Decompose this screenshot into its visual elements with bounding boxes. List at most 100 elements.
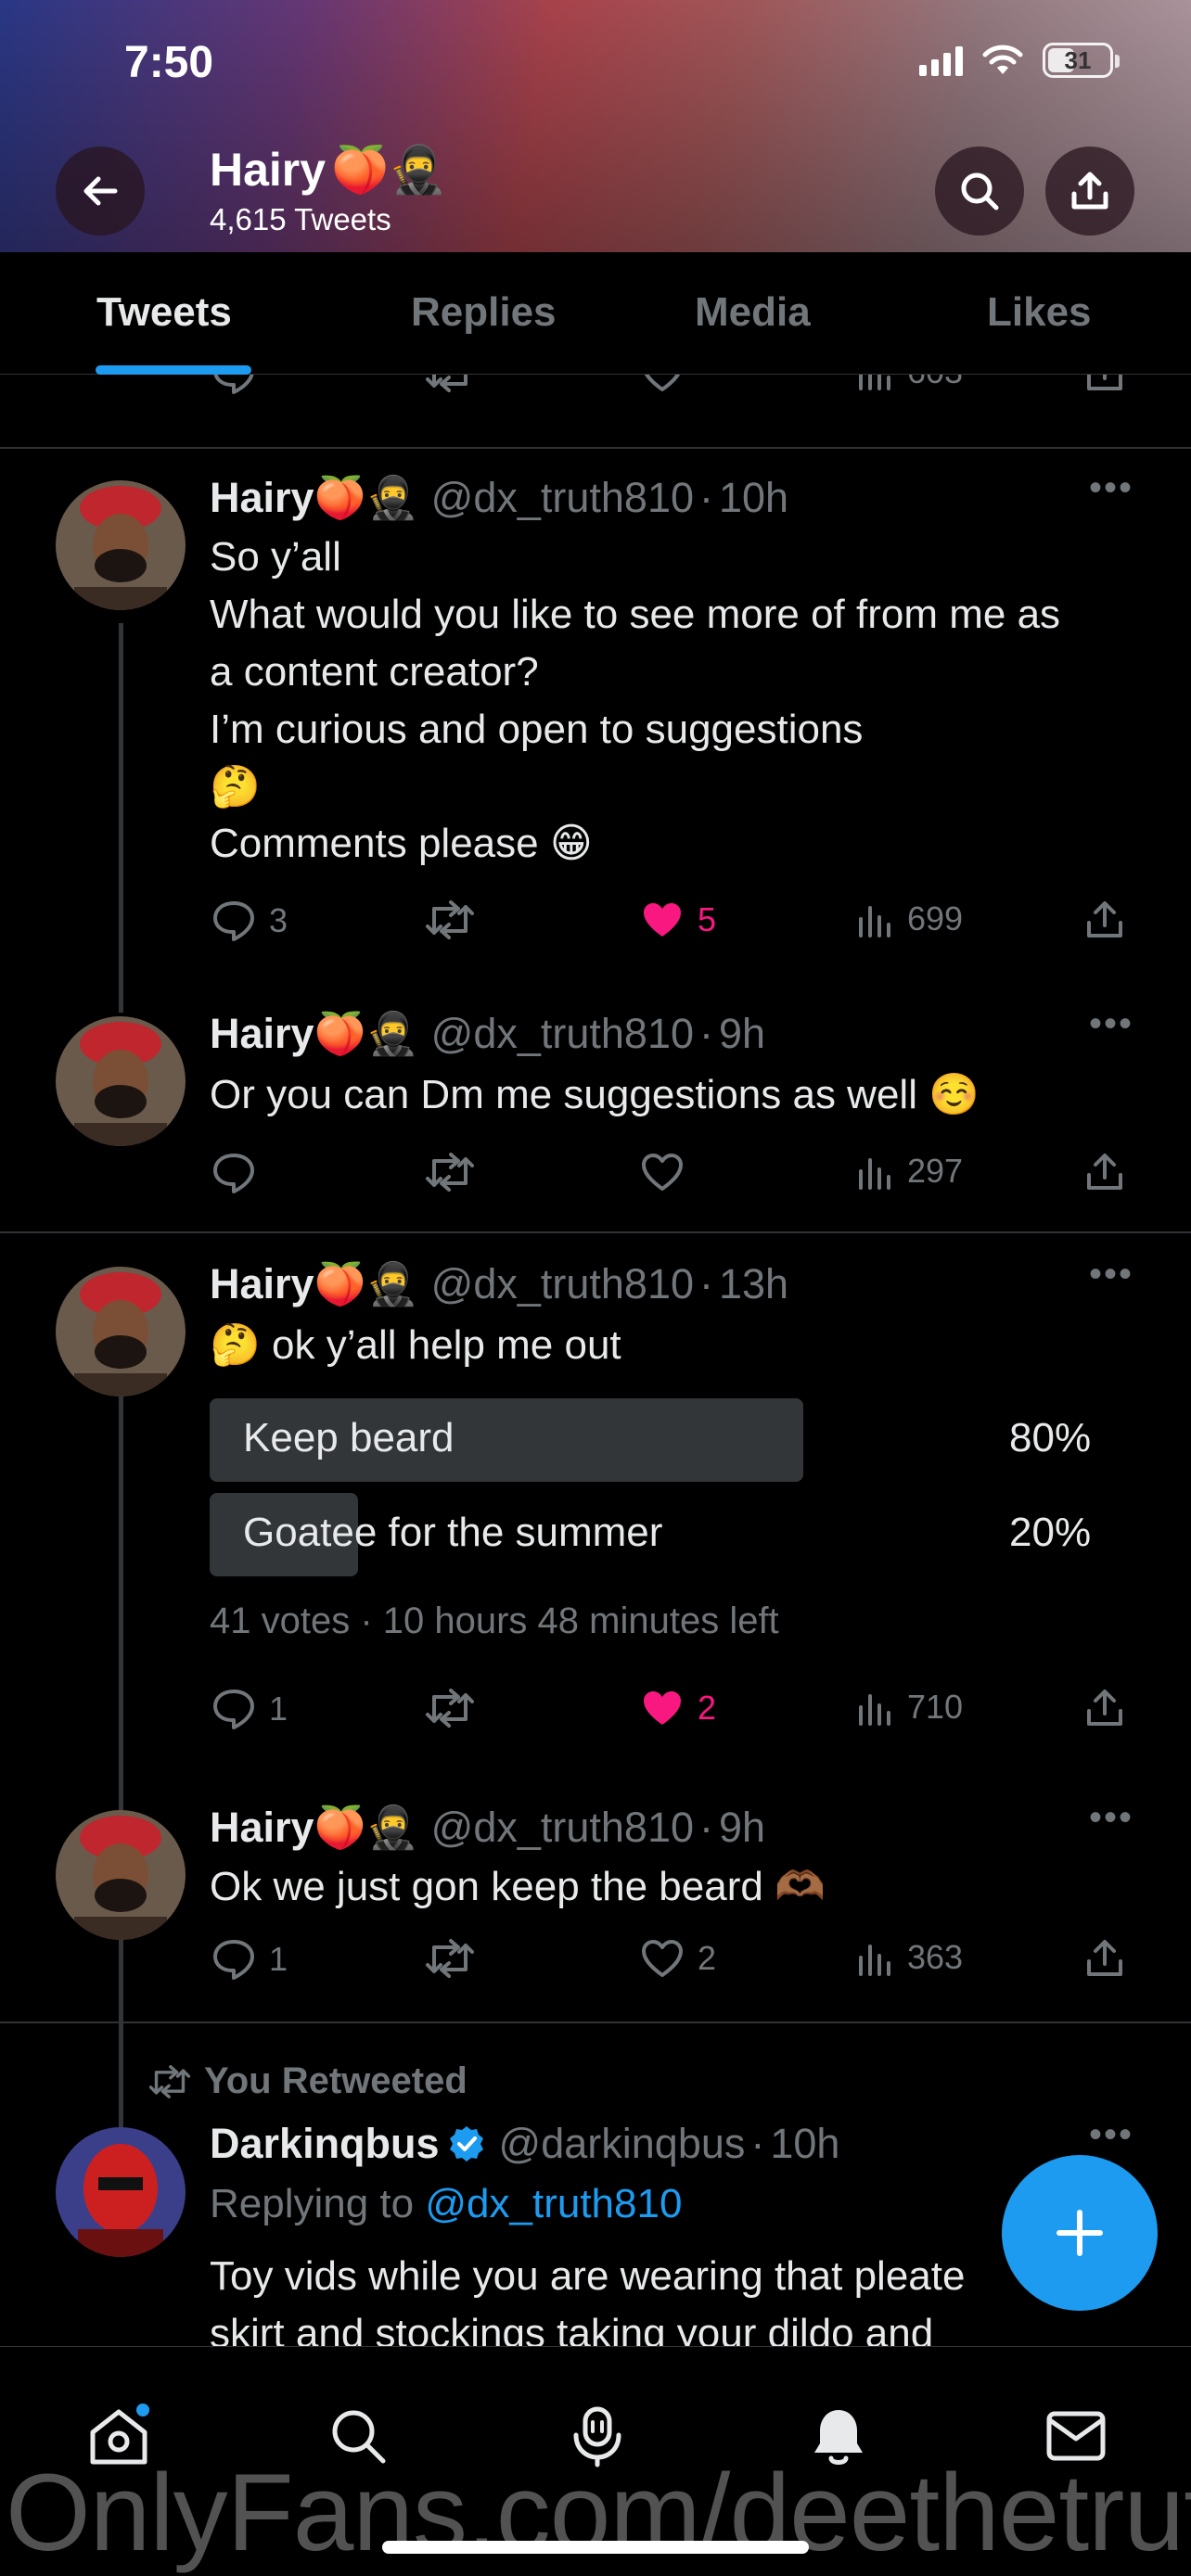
retweet-button[interactable]: [425, 1152, 475, 1192]
tweet-time[interactable]: 9h: [719, 1010, 765, 1058]
author-handle[interactable]: @dx_truth810: [431, 474, 694, 522]
tweet-text-line: So y’all: [210, 534, 341, 580]
tweet-text-line: 🤔: [210, 764, 261, 810]
separator-dot: ·: [750, 2120, 765, 2167]
like-button[interactable]: 5: [640, 899, 716, 940]
retweet-button[interactable]: [425, 1688, 475, 1728]
like-count: 2: [698, 1689, 717, 1727]
profile-name: Hairy: [210, 144, 327, 196]
views-stat[interactable]: 297: [857, 1152, 963, 1191]
tweet-feed[interactable]: 603 Hairy 🍑🥷 @dx_truth810 · 10h ••• So y…: [0, 375, 1191, 2346]
share-tweet-button[interactable]: [1085, 375, 1124, 393]
verified-badge-icon: [449, 2126, 483, 2162]
share-icon: [1087, 1690, 1122, 1726]
author-handle[interactable]: @dx_truth810: [431, 1010, 694, 1058]
reply-button[interactable]: [211, 375, 256, 395]
views-stat[interactable]: 699: [857, 899, 963, 938]
views-count: 699: [907, 899, 964, 937]
author-handle[interactable]: @dx_truth810: [431, 1804, 694, 1852]
tweet-time[interactable]: 13h: [719, 1260, 788, 1308]
views-stat[interactable]: 710: [857, 1688, 963, 1727]
avatar[interactable]: [56, 480, 186, 610]
tweet-text-line: Or you can Dm me suggestions as well ☺️: [210, 1072, 980, 1117]
tab-likes[interactable]: Likes: [987, 289, 1092, 336]
back-button[interactable]: [56, 147, 145, 236]
author-name[interactable]: Darkinqbus: [210, 2120, 440, 2168]
retweet-icon: [426, 1689, 474, 1728]
author-name[interactable]: Hairy: [210, 1804, 314, 1852]
reply-button[interactable]: [211, 1152, 256, 1194]
share-tweet-button[interactable]: [1085, 1152, 1124, 1192]
poll-meta: 41 votes · 10 hours 48 minutes left: [210, 1600, 779, 1641]
share-profile-button[interactable]: [1045, 147, 1134, 236]
tab-media[interactable]: Media: [695, 289, 811, 336]
more-options-button[interactable]: •••: [1089, 1003, 1133, 1045]
retweet-button[interactable]: [425, 1938, 475, 1979]
more-options-button[interactable]: •••: [1089, 1254, 1133, 1295]
avatar-image: [56, 2127, 186, 2257]
heart-outline-icon: [642, 1154, 683, 1191]
avatar[interactable]: [56, 1016, 186, 1146]
views-count: 710: [907, 1688, 964, 1726]
replying-to-handle[interactable]: @dx_truth810: [425, 2181, 682, 2226]
views-count: 363: [907, 1938, 964, 1976]
tweet-time[interactable]: 9h: [719, 1804, 765, 1852]
views-icon: [859, 1158, 890, 1190]
share-tweet-button[interactable]: [1085, 1938, 1124, 1979]
avatar[interactable]: [56, 1810, 186, 1940]
battery-level: 31: [1064, 45, 1092, 74]
retweet-button[interactable]: [425, 899, 475, 940]
heart-filled-icon: [644, 1691, 681, 1725]
avatar-image: [56, 1267, 186, 1396]
cellular-signal-icon: [919, 45, 963, 76]
author-emoji: 🍑🥷: [314, 1804, 418, 1851]
more-options-button[interactable]: •••: [1089, 1797, 1133, 1839]
share-tweet-button[interactable]: [1085, 1688, 1124, 1728]
avatar[interactable]: [56, 2127, 186, 2257]
search-button[interactable]: [935, 147, 1024, 236]
battery-icon: 31: [1043, 43, 1120, 78]
like-button[interactable]: 2: [640, 1688, 716, 1728]
views-icon: [859, 906, 890, 937]
retweet-icon: [426, 900, 474, 939]
separator-dot: ·: [699, 1259, 713, 1307]
tweet-time[interactable]: 10h: [770, 2120, 839, 2168]
reply-button[interactable]: 3: [211, 899, 288, 942]
author-handle[interactable]: @darkinqbus: [499, 2120, 746, 2168]
like-button[interactable]: [640, 1152, 685, 1192]
tweet-time[interactable]: 10h: [719, 474, 788, 522]
tab-tweets[interactable]: Tweets: [96, 289, 232, 336]
views-stat[interactable]: 363: [857, 1938, 963, 1977]
share-icon: [1087, 1940, 1122, 1976]
tweet-text-line: What would you like to see more of from …: [210, 592, 1061, 637]
tweet-text-line: a content creator?: [210, 649, 539, 695]
like-button[interactable]: 2: [640, 1938, 716, 1979]
reply-icon: [213, 1940, 254, 1980]
tab-replies[interactable]: Replies: [411, 289, 557, 336]
author-name[interactable]: Hairy: [210, 1010, 314, 1058]
compose-tweet-button[interactable]: [1002, 2155, 1158, 2311]
author-name[interactable]: Hairy: [210, 1260, 314, 1308]
poll-option-label: Keep beard: [243, 1415, 455, 1460]
like-button[interactable]: [640, 375, 685, 393]
more-options-button[interactable]: •••: [1089, 2114, 1133, 2156]
avatar[interactable]: [56, 1267, 186, 1396]
author-emoji: 🍑🥷: [314, 1010, 418, 1057]
retweet-icon: [426, 1153, 474, 1192]
author-name[interactable]: Hairy: [210, 474, 314, 522]
views-stat[interactable]: 603: [857, 375, 963, 391]
more-options-button[interactable]: •••: [1089, 467, 1133, 509]
reply-button[interactable]: 1: [211, 1688, 288, 1730]
search-icon: [961, 172, 999, 210]
retweet-icon: [426, 1939, 474, 1978]
author-handle[interactable]: @dx_truth810: [431, 1260, 694, 1308]
separator-dot: ·: [699, 1803, 713, 1851]
share-tweet-button[interactable]: [1085, 899, 1124, 940]
heart-outline-icon: [644, 375, 681, 391]
reply-button[interactable]: 1: [211, 1938, 288, 1981]
tweet-text-line: skirt and stockings taking your dildo an…: [210, 2311, 934, 2346]
retweet-button[interactable]: [425, 375, 475, 393]
tweet-text-line: Ok we just gon keep the beard 🫶🏾: [210, 1864, 826, 1909]
heart-filled-icon: [644, 903, 681, 937]
tweet-author-row: Hairy 🍑🥷 @dx_truth810 · 13h: [210, 1259, 788, 1308]
